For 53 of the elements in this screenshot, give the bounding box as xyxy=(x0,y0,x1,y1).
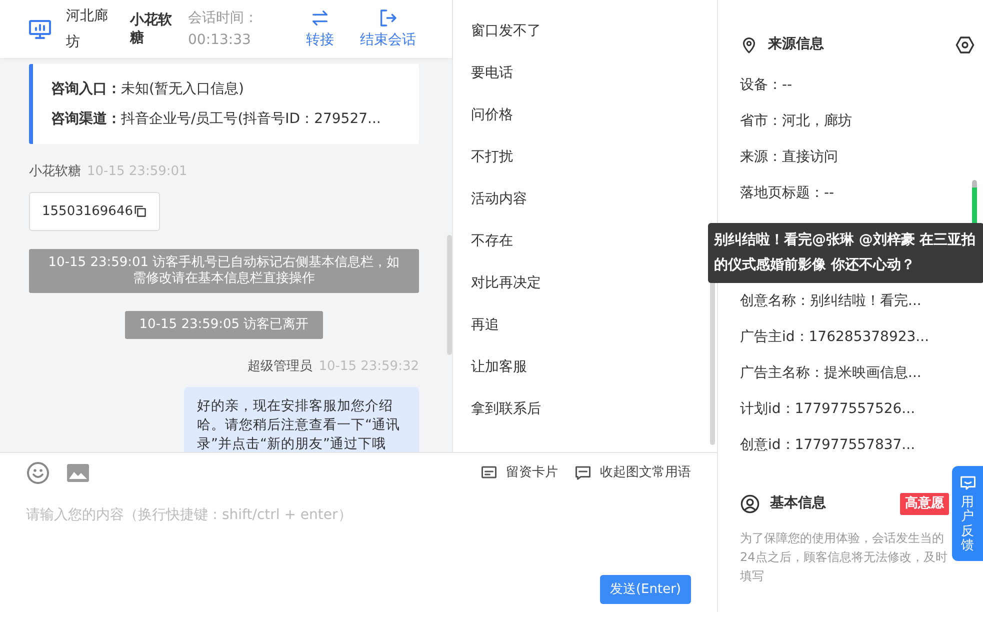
section-title: 基本信息 xyxy=(770,494,826,514)
quick-phrase[interactable]: 窗口发不了 xyxy=(471,10,541,52)
visitor-name: 小花软糖 xyxy=(130,11,173,47)
quick-phrase[interactable]: 拿到联系后 xyxy=(471,388,541,430)
source-info-row-text: 设备：-- xyxy=(740,76,794,95)
source-info-row-text: 广告主id：176285378923... xyxy=(740,328,930,347)
message-time: 10-15 23:59:01 xyxy=(87,164,188,179)
image-icon xyxy=(66,461,90,485)
message-bubble: 好的亲，现在安排客服加您介绍哈。请您稍后注意查看一下“通讯录”并点击“新的朋友”通过下哦 xyxy=(184,386,419,452)
location-pin-icon xyxy=(740,36,758,54)
source-info-row-text: 落地页标题：-- xyxy=(740,184,836,203)
consult-info-text: 咨询渠道：抖音企业号/员工号(抖音号ID：279527... xyxy=(51,110,382,129)
feedback-button[interactable]: 用户反馈 xyxy=(952,466,983,562)
session-time: 00:13:33 xyxy=(188,31,252,50)
end-button[interactable]: 结束会话 xyxy=(360,8,416,50)
session-time-label: 会话时间： xyxy=(188,9,259,28)
intent-tag: 高意愿 xyxy=(900,493,949,514)
sender-name: 小花软糖 xyxy=(29,164,81,179)
collapse-phrases-button[interactable]: 收起图文常用语 xyxy=(574,463,691,483)
monitor-icon xyxy=(28,17,52,41)
source-info-row-text: 省市：河北，廊坊 xyxy=(740,112,853,131)
message-time: 10-15 23:59:32 xyxy=(318,359,419,374)
quick-phrase[interactable]: 对比再决定 xyxy=(471,262,541,304)
source-info-row-text: 创意名称：别纠结啦！看完... xyxy=(740,292,922,311)
transfer-arrows-icon xyxy=(310,8,330,28)
message-text: 15503169646 xyxy=(42,202,133,220)
system-message: 10-15 23:59:05 访客已离开 xyxy=(125,311,323,339)
quick-phrase[interactable]: 不存在 xyxy=(471,220,513,262)
copy-icon xyxy=(132,204,147,218)
exit-icon xyxy=(378,8,398,28)
sender-name: 超级管理员 xyxy=(248,359,313,374)
source-info-row-text: 广告主名称：提米映画信息... xyxy=(740,364,922,383)
location-text: 河北廊坊 xyxy=(66,7,109,52)
lead-card-button[interactable]: 留资卡片 xyxy=(480,463,558,483)
transfer-button[interactable]: 转接 xyxy=(306,8,334,50)
source-info-row-text: 计划id：177977557526... xyxy=(740,400,916,419)
quick-phrase[interactable]: 不打扰 xyxy=(471,136,513,178)
quick-phrase[interactable]: 再追 xyxy=(471,304,499,346)
quick-phrase[interactable]: 问价格 xyxy=(471,94,513,136)
source-info-row-text: 来源：直接访问 xyxy=(740,148,839,167)
quick-phrase[interactable]: 活动内容 xyxy=(471,178,527,220)
source-info-row-text: 创意id：177977557837... xyxy=(740,436,916,455)
consult-info-text: 咨询入口：未知(暂无入口信息) xyxy=(51,80,245,99)
user-circle-icon xyxy=(740,494,760,514)
settings-icon xyxy=(955,34,975,54)
emoji-icon xyxy=(26,461,50,485)
quick-phrase[interactable]: 让加客服 xyxy=(471,346,527,388)
tooltip-text: 别纠结啦！看完@张琳 @刘梓豪 在三亚拍的仪式感婚前影像 你还不心动？ xyxy=(714,232,976,273)
system-message: 10-15 23:59:01 访客手机号已自动标记右侧基本信息栏，如需修改请在基本信息栏直接操作 xyxy=(29,249,419,293)
section-title: 来源信息 xyxy=(768,35,824,54)
info-note: 为了保障您的使用体验，会话发生当的24点之后，顾客信息将无法修改，及时填写 xyxy=(740,530,948,584)
chat-bubble-icon xyxy=(958,474,976,492)
quick-phrase[interactable]: 要电话 xyxy=(471,52,513,94)
